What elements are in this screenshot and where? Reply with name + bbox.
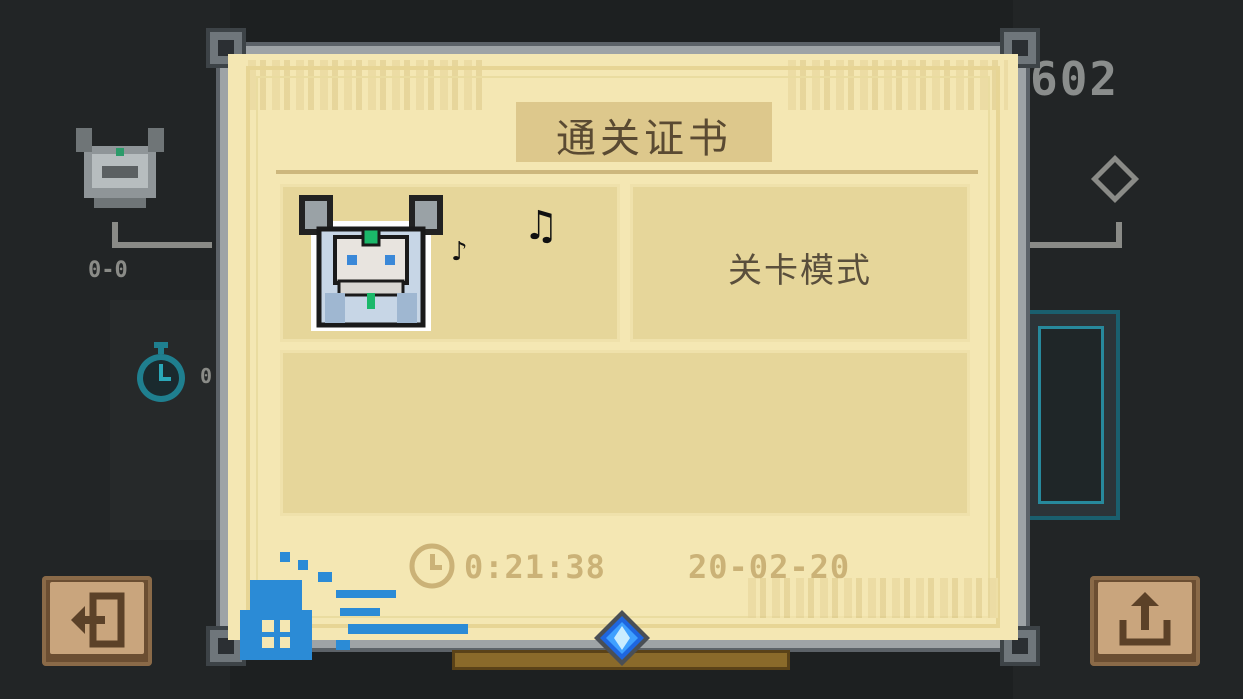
mode-label: 关卡模式 bbox=[728, 251, 872, 291]
share-icon bbox=[1119, 592, 1171, 646]
share-button[interactable] bbox=[1090, 576, 1200, 666]
mode-box: 关卡模式 bbox=[630, 184, 970, 342]
stamp-icon bbox=[240, 552, 468, 660]
decoration-band bbox=[748, 578, 998, 618]
music-note-icon: ♪ bbox=[451, 237, 468, 267]
character-portrait bbox=[299, 195, 443, 331]
pet-ghost-icon bbox=[76, 128, 164, 208]
details-box bbox=[280, 350, 970, 516]
title-divider bbox=[276, 170, 978, 174]
left-shelf bbox=[112, 222, 212, 248]
score-counter: 602 bbox=[1030, 52, 1120, 106]
key-counter-value: 0-0 bbox=[88, 258, 128, 283]
certificate-paper: 通关证书 ♫ ♪ 关卡模式 0:21:38 20-02-20 bbox=[228, 54, 1018, 660]
exit-button[interactable] bbox=[42, 576, 152, 666]
certificate-title: 通关证书 bbox=[556, 116, 732, 162]
left-dark-panel bbox=[110, 300, 220, 540]
music-note-icon: ♫ bbox=[523, 203, 559, 249]
exit-icon bbox=[71, 592, 125, 648]
gem-icon bbox=[594, 610, 650, 666]
certificate-frame: 通关证书 ♫ ♪ 关卡模式 0:21:38 20-02-20 bbox=[206, 24, 1040, 672]
right-shelf bbox=[1030, 222, 1122, 248]
key-counter: 0-0 bbox=[88, 258, 128, 283]
clear-time: 0:21:38 bbox=[464, 548, 606, 586]
character-box: ♫ ♪ bbox=[280, 184, 620, 342]
stopwatch-icon bbox=[137, 342, 185, 402]
